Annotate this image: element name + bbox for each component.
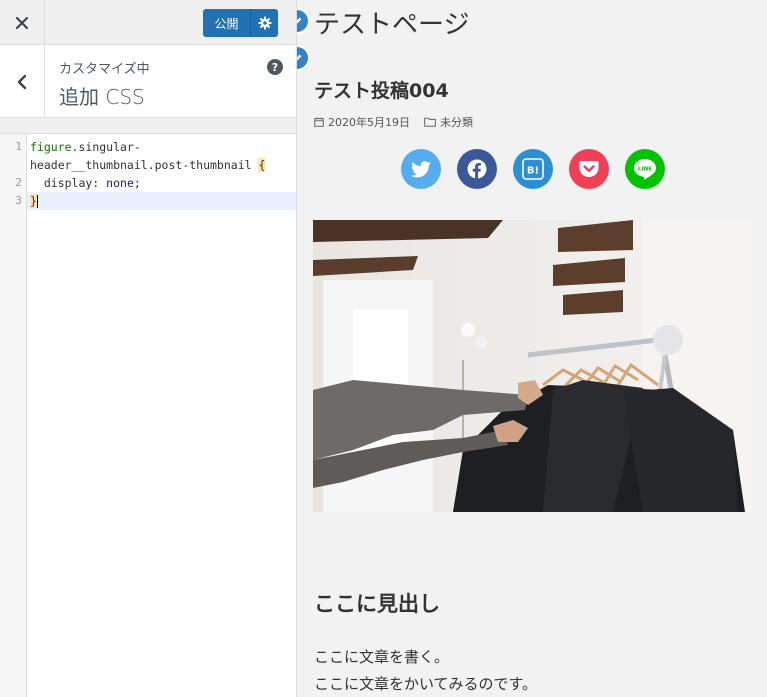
line-share-button[interactable]: LINE xyxy=(625,149,665,189)
line-number-gutter: 1 2 3 xyxy=(0,134,27,697)
content-heading: ここに見出し xyxy=(314,592,440,616)
code-line-1-wrap: header__thumbnail.post-thumbnail { xyxy=(30,156,292,174)
publish-button[interactable]: 公開 xyxy=(203,9,250,37)
line-icon: LINE xyxy=(634,159,656,180)
code-selector: figure xyxy=(30,140,72,154)
line-number: 1 xyxy=(15,140,22,153)
publish-group: 公開 xyxy=(203,9,278,37)
post-category[interactable]: 未分類 xyxy=(440,114,473,130)
facebook-icon xyxy=(467,159,487,179)
help-icon[interactable]: ? xyxy=(267,59,283,75)
post-thumbnail-image xyxy=(313,220,752,512)
code-text: header__thumbnail.post-thumbnail xyxy=(30,158,259,172)
code-value: none xyxy=(106,176,134,190)
content-paragraph: ここに文章を書く。 xyxy=(314,648,450,666)
twitter-share-button[interactable] xyxy=(401,149,441,189)
customizer-header: 公開 xyxy=(0,0,296,45)
pencil-icon xyxy=(297,54,301,60)
code-line-3: } xyxy=(30,192,292,210)
code-text: .singular- xyxy=(71,140,141,154)
back-button[interactable] xyxy=(0,45,45,118)
post-date: 2020年5月19日 xyxy=(328,116,410,129)
pocket-share-button[interactable] xyxy=(569,149,609,189)
clothing-rack-photo xyxy=(313,220,752,512)
code-line-2: display: none; xyxy=(30,174,292,192)
content-paragraph: ここに文章をかいてみるのです。 xyxy=(314,675,538,693)
gear-icon xyxy=(258,16,271,30)
edit-shortcut-menu[interactable] xyxy=(297,45,310,71)
folder-icon xyxy=(424,117,436,127)
line-number: 3 xyxy=(15,194,22,207)
code-brace: { xyxy=(258,158,266,172)
share-buttons: B! LINE xyxy=(401,149,665,189)
code-line-1: figure.singular- xyxy=(30,138,292,156)
close-icon xyxy=(16,16,28,29)
site-title[interactable]: テストページ xyxy=(314,4,469,41)
pencil-icon xyxy=(297,17,301,23)
code-property: display: xyxy=(30,176,107,190)
section-title: 追加 CSS xyxy=(59,85,145,109)
hatena-share-button[interactable]: B! xyxy=(513,149,553,189)
hatena-icon: B! xyxy=(522,158,544,180)
edit-shortcut-site-title[interactable] xyxy=(297,8,310,34)
post-meta: 2020年5月19日 未分類 xyxy=(314,114,473,130)
post-title: テスト投稿004 xyxy=(314,80,449,102)
hatena-label: B! xyxy=(527,166,539,177)
code-brace: } xyxy=(30,194,37,208)
css-code-editor[interactable]: 1 2 3 figure.singular- header__thumbnail… xyxy=(0,133,296,697)
pocket-icon xyxy=(579,161,599,177)
close-button[interactable] xyxy=(0,0,45,45)
section-subtitle: カスタマイズ中 xyxy=(59,62,150,77)
text-cursor xyxy=(36,195,38,208)
chevron-left-icon xyxy=(17,74,27,89)
publish-settings-button[interactable] xyxy=(250,9,278,37)
calendar-icon xyxy=(314,117,324,127)
section-header: カスタマイズ中 追加 CSS ? xyxy=(0,45,296,118)
customizer-panel: 公開 カスタマイズ中 追加 CSS ? 1 2 3 figure.singula… xyxy=(0,0,297,697)
facebook-share-button[interactable] xyxy=(457,149,497,189)
line-number: 2 xyxy=(15,176,22,189)
site-preview: テストページ テスト投稿004 2020年5月19日 未分類 B! LINE こ… xyxy=(297,0,767,697)
twitter-icon xyxy=(411,160,431,177)
line-label: LINE xyxy=(638,167,652,173)
code-text: ; xyxy=(133,176,141,190)
